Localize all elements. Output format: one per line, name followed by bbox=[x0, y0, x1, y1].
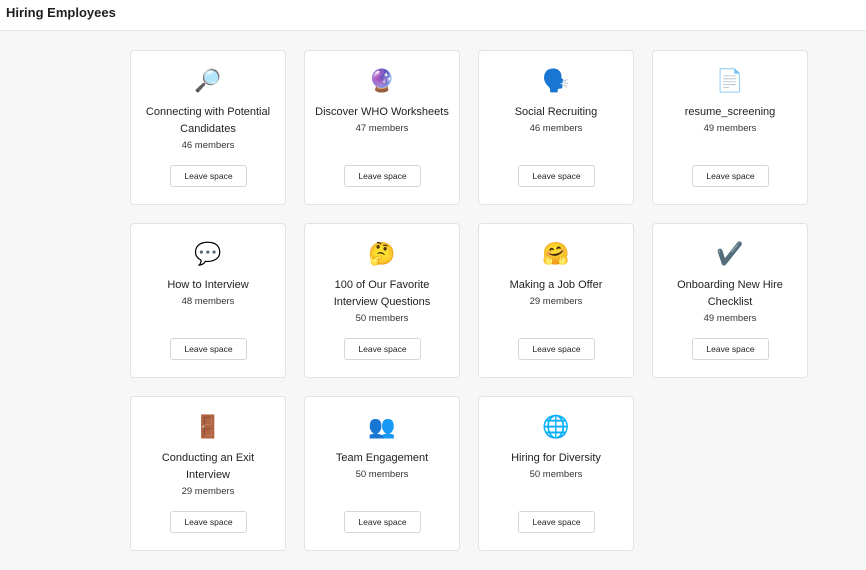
people-icon: 👥 bbox=[368, 414, 396, 439]
space-card-text: 100 of Our Favorite Interview Questions … bbox=[313, 277, 451, 326]
space-card-resume-screening[interactable]: 📄 resume_screening 49 members Leave spac… bbox=[652, 50, 808, 205]
space-title: Discover WHO Worksheets bbox=[315, 106, 449, 118]
space-card-text: Conducting an Exit Interview 29 members bbox=[139, 450, 277, 499]
globe-icon: 🌐 bbox=[542, 414, 570, 439]
leave-space-button[interactable]: Leave space bbox=[170, 338, 247, 360]
space-card-text: Connecting with Potential Candidates 46 … bbox=[139, 104, 277, 153]
space-card-hiring-diversity[interactable]: 🌐 Hiring for Diversity 50 members Leave … bbox=[478, 396, 634, 551]
space-card-text: Social Recruiting 46 members bbox=[487, 104, 625, 136]
space-card-social-recruiting[interactable]: 🗣️ Social Recruiting 46 members Leave sp… bbox=[478, 50, 634, 205]
space-card-text: Onboarding New Hire Checklist 49 members bbox=[661, 277, 799, 326]
space-members: 49 members bbox=[703, 123, 757, 134]
space-card-interview-questions[interactable]: 🤔 100 of Our Favorite Interview Question… bbox=[304, 223, 460, 378]
space-card-text: Discover WHO Worksheets 47 members bbox=[313, 104, 451, 136]
space-card-how-to-interview[interactable]: 💬 How to Interview 48 members Leave spac… bbox=[130, 223, 286, 378]
spaces-grid: 🔎 Connecting with Potential Candidates 4… bbox=[130, 50, 808, 551]
space-card-onboarding-checklist[interactable]: ✔️ Onboarding New Hire Checklist 49 memb… bbox=[652, 223, 808, 378]
space-title: Team Engagement bbox=[335, 452, 429, 464]
space-card-text: resume_screening 49 members bbox=[661, 104, 799, 136]
leave-space-button[interactable]: Leave space bbox=[518, 338, 595, 360]
space-card-discover-who[interactable]: 🔮 Discover WHO Worksheets 47 members Lea… bbox=[304, 50, 460, 205]
space-members: 46 members bbox=[181, 140, 235, 151]
space-card-text: Hiring for Diversity 50 members bbox=[487, 450, 625, 482]
space-card-connecting-candidates[interactable]: 🔎 Connecting with Potential Candidates 4… bbox=[130, 50, 286, 205]
door-icon: 🚪 bbox=[194, 414, 222, 439]
magnifying-glass-icon: 🔎 bbox=[194, 68, 222, 93]
space-card-team-engagement[interactable]: 👥 Team Engagement 50 members Leave space bbox=[304, 396, 460, 551]
space-members: 46 members bbox=[529, 123, 583, 134]
space-card-text: Team Engagement 50 members bbox=[313, 450, 451, 482]
space-title: Connecting with Potential Candidates bbox=[145, 106, 271, 135]
space-title: Onboarding New Hire Checklist bbox=[677, 279, 783, 308]
space-title: How to Interview bbox=[167, 279, 249, 291]
speech-bubble-icon: 💬 bbox=[194, 241, 222, 266]
space-card-exit-interview[interactable]: 🚪 Conducting an Exit Interview 29 member… bbox=[130, 396, 286, 551]
space-card-text: Making a Job Offer 29 members bbox=[487, 277, 625, 309]
space-members: 50 members bbox=[529, 469, 583, 480]
leave-space-button[interactable]: Leave space bbox=[170, 165, 247, 187]
leave-space-button[interactable]: Leave space bbox=[344, 338, 421, 360]
leave-space-button[interactable]: Leave space bbox=[692, 165, 769, 187]
space-members: 50 members bbox=[355, 469, 409, 480]
document-page-icon: 📄 bbox=[716, 68, 744, 93]
space-members: 49 members bbox=[703, 313, 757, 324]
space-members: 50 members bbox=[355, 313, 409, 324]
space-members: 29 members bbox=[529, 296, 583, 307]
page-title: Hiring Employees bbox=[6, 5, 116, 20]
check-mark-icon: ✔️ bbox=[716, 241, 744, 266]
leave-space-button[interactable]: Leave space bbox=[692, 338, 769, 360]
space-members: 47 members bbox=[355, 123, 409, 134]
space-card-text: How to Interview 48 members bbox=[139, 277, 277, 309]
space-card-job-offer[interactable]: 🤗 Making a Job Offer 29 members Leave sp… bbox=[478, 223, 634, 378]
speaking-head-icon: 🗣️ bbox=[542, 68, 570, 93]
hugging-face-icon: 🤗 bbox=[542, 241, 570, 266]
space-members: 48 members bbox=[181, 296, 235, 307]
space-members: 29 members bbox=[181, 486, 235, 497]
space-title: Hiring for Diversity bbox=[511, 452, 601, 464]
leave-space-button[interactable]: Leave space bbox=[518, 165, 595, 187]
space-title: Conducting an Exit Interview bbox=[161, 452, 255, 481]
thinking-face-icon: 🤔 bbox=[368, 241, 396, 266]
space-title: Making a Job Offer bbox=[509, 279, 603, 291]
space-title: 100 of Our Favorite Interview Questions bbox=[333, 279, 431, 308]
leave-space-button[interactable]: Leave space bbox=[518, 511, 595, 533]
space-title: Social Recruiting bbox=[514, 106, 598, 118]
leave-space-button[interactable]: Leave space bbox=[170, 511, 247, 533]
page-header: Hiring Employees bbox=[0, 0, 866, 31]
space-title: resume_screening bbox=[684, 106, 776, 118]
leave-space-button[interactable]: Leave space bbox=[344, 511, 421, 533]
crystal-ball-icon: 🔮 bbox=[368, 68, 396, 93]
leave-space-button[interactable]: Leave space bbox=[344, 165, 421, 187]
